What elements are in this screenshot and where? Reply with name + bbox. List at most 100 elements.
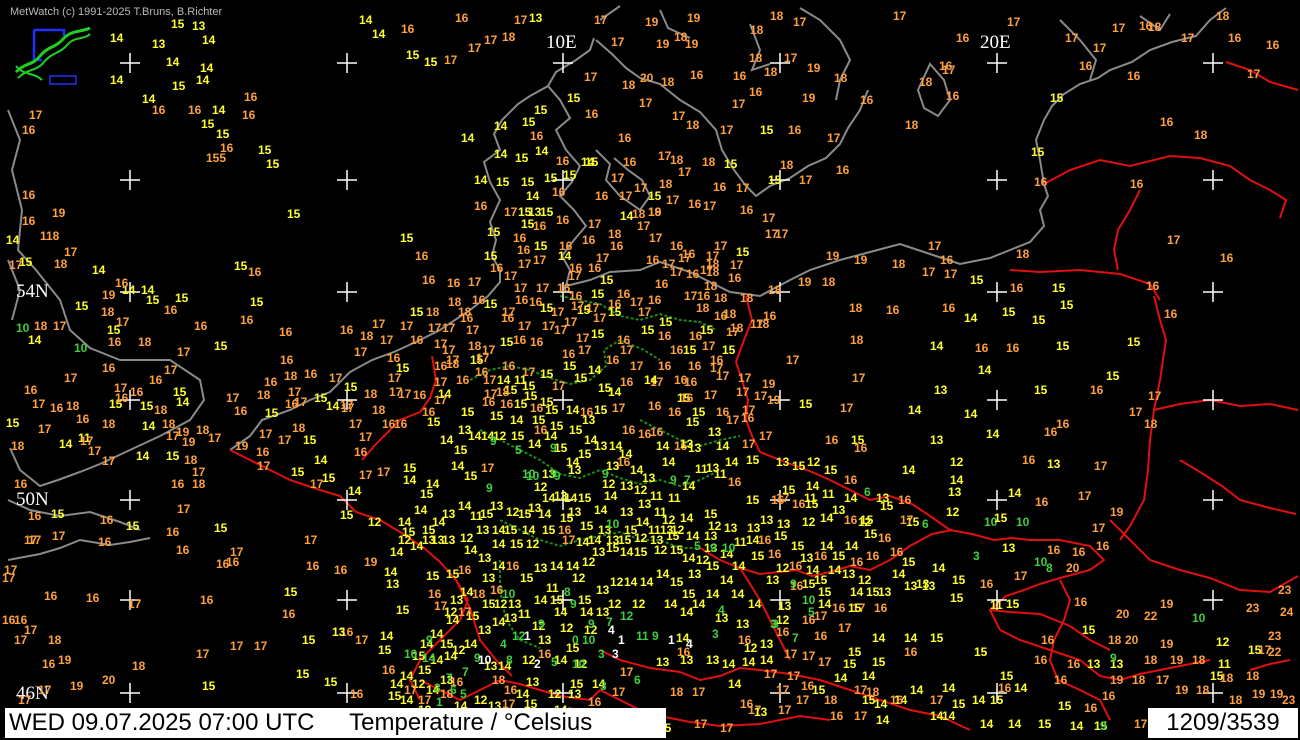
temperature-value: 17: [32, 397, 46, 411]
temperature-value: 17: [720, 721, 734, 735]
temperature-value: 17: [14, 633, 28, 647]
temperature-value: 19: [58, 653, 72, 667]
temperature-value: 16: [458, 563, 472, 577]
temperature-value: 3: [434, 681, 441, 695]
temperature-value: 18: [730, 321, 744, 335]
temperature-value: 19: [767, 393, 781, 407]
temperature-value: 16: [768, 547, 782, 561]
temperature-value: 15: [569, 423, 583, 437]
temperature-value: 16: [1006, 341, 1020, 355]
temperature-value: 15: [107, 323, 121, 337]
temperature-value: 18: [1016, 247, 1030, 261]
temperature-value: 17: [854, 709, 868, 723]
temperature-value: 15: [872, 655, 886, 669]
temperature-value: 13: [620, 505, 634, 519]
temperature-value: 18: [905, 118, 919, 132]
temperature-value: 16: [22, 188, 36, 202]
temperature-value: 13: [442, 533, 456, 547]
temperature-value: 17: [634, 181, 648, 195]
temperature-value: 18: [768, 283, 782, 297]
temperature-value: 14: [410, 539, 424, 553]
temperature-value: 16: [618, 131, 632, 145]
temperature-value: 15: [746, 453, 760, 467]
temperature-value: 15: [1060, 298, 1074, 312]
temperature-value: 17: [720, 123, 734, 137]
temperature-value: 18: [154, 403, 168, 417]
temperature-value: 16: [728, 475, 742, 489]
temperature-value: 17: [1258, 643, 1272, 657]
temperature-value: 16: [713, 180, 727, 194]
temperature-value: 15: [406, 48, 420, 62]
temperature-value: 17: [619, 189, 633, 203]
temperature-value: 13: [754, 705, 768, 719]
temperature-value: 16: [658, 359, 672, 373]
temperature-value: 17: [1181, 31, 1195, 45]
temperature-value: 13: [766, 573, 780, 587]
temperature-value: 12: [708, 519, 722, 533]
temperature-value: 13: [922, 579, 936, 593]
temperature-value: 17: [776, 683, 790, 697]
temperature-value: 16: [413, 388, 427, 402]
temperature-value: 1: [436, 695, 443, 709]
temperature-value: 17: [764, 667, 778, 681]
temperature-value: 16: [569, 261, 583, 275]
temperature-value: 13: [930, 433, 944, 447]
temperature-value: 15: [1032, 313, 1046, 327]
temperature-value: 18: [824, 693, 838, 707]
temperature-value: 17: [784, 51, 798, 65]
temperature-value: 18: [661, 75, 675, 89]
temperature-value: 16: [904, 645, 918, 659]
temperature-value: 13: [656, 655, 670, 669]
temperature-value: 18: [723, 307, 737, 321]
temperature-value: 13: [478, 623, 492, 637]
temperature-value: 17: [778, 703, 792, 717]
temperature-value: 18: [472, 587, 486, 601]
temperature-value: 16: [758, 533, 772, 547]
temperature-value: 15: [284, 585, 298, 599]
temperature-value: 9: [550, 441, 557, 455]
temperature-value: 14: [494, 119, 508, 133]
temperature-value: 17: [726, 413, 740, 427]
temperature-value: 14: [722, 657, 736, 671]
temperature-value: 15: [175, 291, 189, 305]
temperature-value: 17: [703, 199, 717, 213]
temperature-value: 17: [666, 193, 680, 207]
status-parameter: Temperature / °Celsius: [349, 709, 593, 736]
temperature-value: 16: [617, 287, 631, 301]
temperature-value: 17: [372, 317, 386, 331]
temperature-value: 15: [540, 205, 554, 219]
temperature-value: 14: [522, 523, 536, 537]
temperature-value: 13: [534, 561, 548, 575]
temperature-value: 12: [802, 515, 816, 529]
temperature-value: 17: [434, 375, 448, 389]
temperature-value: 3: [973, 549, 980, 563]
temperature-value: 16: [830, 709, 844, 723]
temperature-value: 15: [420, 487, 434, 501]
temperature-value: 15: [534, 239, 548, 253]
temperature-value: 13: [708, 425, 722, 439]
temperature-value: 15: [6, 416, 20, 430]
temperature-value: 16: [264, 375, 278, 389]
temperature-value: 19: [685, 37, 699, 51]
temperature-value: 17: [359, 468, 373, 482]
temperature-value: 9: [570, 597, 577, 611]
temperature-value: 16: [304, 367, 318, 381]
temperature-value: 15: [832, 549, 846, 563]
temperature-value: 15: [214, 339, 228, 353]
temperature-value: 23: [1282, 693, 1296, 707]
temperature-value: 14: [550, 559, 564, 573]
temperature-value: 17: [102, 454, 116, 468]
temperature-value: 17: [893, 9, 907, 23]
temperature-value: 16: [334, 563, 348, 577]
temperature-value: 15: [521, 175, 535, 189]
temperature-value: 12: [398, 533, 412, 547]
temperature-value: 15: [1210, 669, 1224, 683]
temperature-value: 19: [798, 275, 812, 289]
temperature-value: 16: [836, 163, 850, 177]
temperature-value: 9: [554, 469, 561, 483]
temperature-value: 6: [922, 517, 929, 531]
temperature-value: 16: [102, 361, 116, 375]
temperature-value: 14: [440, 433, 454, 447]
temperature-value: 15: [303, 433, 317, 447]
temperature-value: 17: [1007, 15, 1021, 29]
